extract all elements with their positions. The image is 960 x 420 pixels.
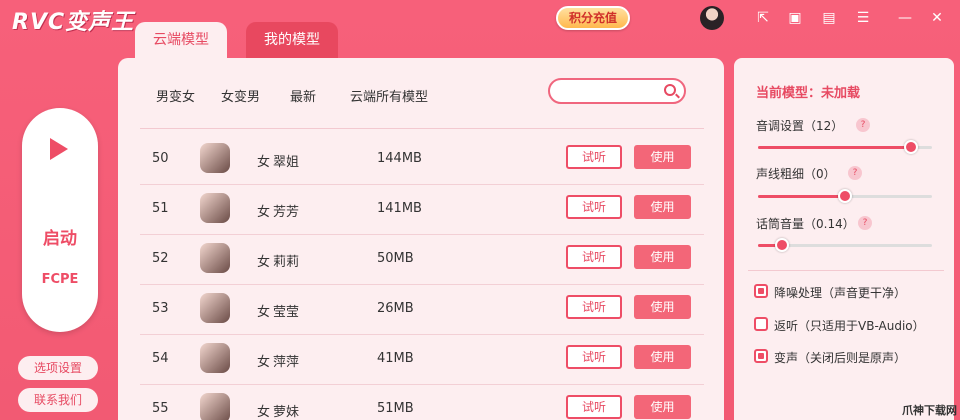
- filter-latest[interactable]: 最新: [290, 86, 316, 105]
- model-size: 51MB: [377, 401, 414, 416]
- app-logo: RVC变声王: [12, 10, 135, 35]
- pitch-label: 音调设置（12）: [756, 119, 844, 133]
- model-size: 144MB: [377, 151, 422, 166]
- model-size: 26MB: [377, 301, 414, 316]
- model-gender: 女: [257, 405, 271, 420]
- help-icon[interactable]: ?: [856, 118, 870, 132]
- start-button[interactable]: 启动 FCPE: [22, 108, 98, 332]
- monitor-checkbox[interactable]: [754, 317, 768, 331]
- sidebar: 启动 FCPE 选项设置 联系我们: [0, 58, 118, 420]
- model-thumbnail: [200, 343, 230, 373]
- mic-volume-slider[interactable]: [758, 238, 932, 252]
- use-model-button[interactable]: 使用: [634, 145, 691, 169]
- tab-my-models[interactable]: 我的模型: [246, 22, 338, 58]
- watermark: 爪神下载网: [902, 404, 957, 417]
- model-number: 51: [152, 201, 169, 216]
- help-icon[interactable]: ?: [848, 166, 862, 180]
- search-input[interactable]: [548, 78, 686, 104]
- model-gender: 女: [257, 205, 271, 220]
- settings-panel: 当前模型：未加载 音调设置（12） ? 声线粗细（0） ? 话筒音量（0.14）…: [734, 58, 954, 420]
- model-name: 萍萍: [273, 355, 300, 370]
- model-number: 54: [152, 351, 169, 366]
- engine-label: FCPE: [41, 272, 79, 287]
- play-icon: [50, 138, 68, 160]
- use-model-button[interactable]: 使用: [634, 195, 691, 219]
- model-size: 141MB: [377, 201, 422, 216]
- model-number: 52: [152, 251, 169, 266]
- avatar[interactable]: [700, 6, 724, 30]
- table-row: 52 女莉莉 50MB 试听 使用: [140, 235, 704, 285]
- model-thumbnail: [200, 393, 230, 420]
- minimize-icon[interactable]: —: [896, 10, 914, 26]
- mic-volume-handle[interactable]: [775, 238, 790, 252]
- options-button[interactable]: 选项设置: [18, 356, 98, 380]
- denoise-label: 降噪处理（声音更干净）: [774, 286, 907, 300]
- model-name: 莹莹: [273, 305, 300, 320]
- pitch-fill: [758, 146, 912, 149]
- try-listen-button[interactable]: 试听: [566, 345, 622, 369]
- filter-male-to-female[interactable]: 男变女: [156, 86, 195, 105]
- tab-cloud-models[interactable]: 云端模型: [135, 22, 227, 58]
- try-listen-button[interactable]: 试听: [566, 395, 622, 419]
- chat-icon[interactable]: ▤: [820, 10, 838, 26]
- current-model-label: 当前模型：未加载: [756, 86, 861, 101]
- model-gender: 女: [257, 305, 271, 320]
- try-listen-button[interactable]: 试听: [566, 245, 622, 269]
- model-number: 50: [152, 151, 169, 166]
- table-row: 53 女莹莹 26MB 试听 使用: [140, 285, 704, 335]
- model-list-panel: 男变女 女变男 最新 云端所有模型 50 女翠姐 144MB 试听 使用 51 女芳芳 141…: [118, 58, 724, 420]
- denoise-checkbox[interactable]: [754, 284, 768, 298]
- model-number: 55: [152, 401, 169, 416]
- table-row: 50 女翠姐 144MB 试听 使用: [140, 135, 704, 185]
- model-thumbnail: [200, 243, 230, 273]
- credits-recharge-button[interactable]: 积分充值: [556, 6, 630, 30]
- model-gender: 女: [257, 255, 271, 270]
- try-listen-button[interactable]: 试听: [566, 195, 622, 219]
- model-name: 芳芳: [273, 205, 300, 220]
- model-gender: 女: [257, 155, 271, 170]
- voice-change-label: 变声（关闭后则是原声）: [774, 351, 907, 365]
- timbre-label: 声线粗细（0）: [756, 167, 836, 181]
- filter-female-to-male[interactable]: 女变男: [221, 86, 260, 105]
- use-model-button[interactable]: 使用: [634, 295, 691, 319]
- model-gender: 女: [257, 355, 271, 370]
- screen-icon[interactable]: ▣: [786, 10, 804, 26]
- monitor-label: 返听（只适用于VB-Audio）: [774, 319, 925, 333]
- contact-button[interactable]: 联系我们: [18, 388, 98, 412]
- divider: [140, 128, 704, 129]
- model-thumbnail: [200, 143, 230, 173]
- start-label: 启动: [43, 229, 77, 249]
- voice-change-checkbox[interactable]: [754, 349, 768, 363]
- try-listen-button[interactable]: 试听: [566, 145, 622, 169]
- timbre-fill: [758, 195, 845, 198]
- use-model-button[interactable]: 使用: [634, 245, 691, 269]
- help-icon[interactable]: ?: [858, 216, 872, 230]
- model-name: 莉莉: [273, 255, 300, 270]
- table-row: 54 女萍萍 41MB 试听 使用: [140, 335, 704, 385]
- filter-all-cloud[interactable]: 云端所有模型: [350, 86, 428, 105]
- close-icon[interactable]: ✕: [928, 10, 946, 26]
- table-row: 55 女萝妹 51MB 试听 使用: [140, 385, 704, 420]
- export-icon[interactable]: ⇱: [754, 10, 772, 26]
- timbre-slider[interactable]: [758, 189, 932, 203]
- table-row: 51 女芳芳 141MB 试听 使用: [140, 185, 704, 235]
- model-name: 萝妹: [273, 405, 300, 420]
- use-model-button[interactable]: 使用: [634, 395, 691, 419]
- pitch-handle[interactable]: [904, 140, 919, 154]
- menu-icon[interactable]: ☰: [854, 10, 872, 26]
- model-number: 53: [152, 301, 169, 316]
- try-listen-button[interactable]: 试听: [566, 295, 622, 319]
- model-name: 翠姐: [273, 155, 300, 170]
- timbre-handle[interactable]: [838, 189, 852, 203]
- model-size: 41MB: [377, 351, 414, 366]
- use-model-button[interactable]: 使用: [634, 345, 691, 369]
- mic-volume-label: 话筒音量（0.14）: [756, 217, 855, 231]
- search-icon[interactable]: [664, 84, 676, 96]
- model-size: 50MB: [377, 251, 414, 266]
- model-thumbnail: [200, 193, 230, 223]
- pitch-slider[interactable]: [758, 140, 932, 154]
- divider: [748, 270, 944, 271]
- model-thumbnail: [200, 293, 230, 323]
